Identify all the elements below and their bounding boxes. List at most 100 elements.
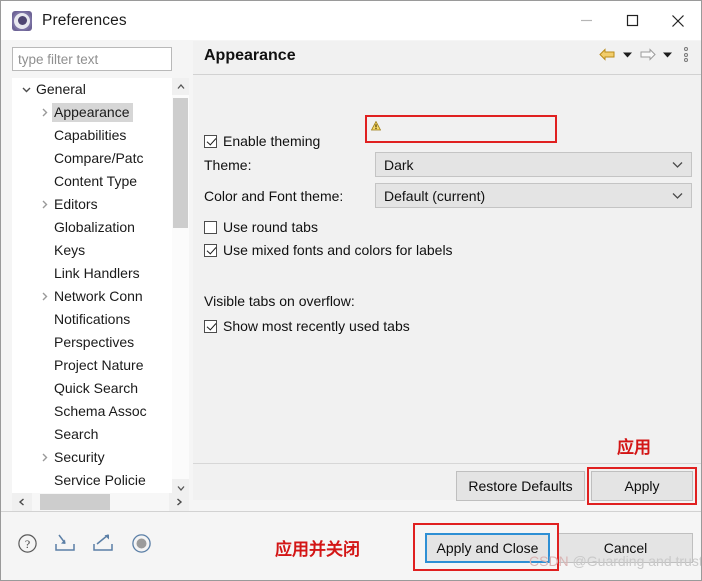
import-icon[interactable] [53,531,77,555]
enable-theming-label: Enable theming [223,133,321,149]
hscrollbar-thumb[interactable] [40,494,110,510]
sidebar-item-service-policie[interactable]: Service Policie [12,469,172,492]
preferences-dialog: Preferences General Appearance Capabilitie… [0,0,702,581]
tree-horizontal-scrollbar[interactable] [12,493,189,511]
filter-field-wrap [12,47,172,71]
sidebar-item-label: General [36,81,86,97]
color-font-theme-combobox[interactable]: Default (current) [375,183,692,208]
title-bar: Preferences [1,1,701,40]
chevron-down-icon[interactable] [18,84,34,95]
panel-toolbar [599,47,693,62]
watermark-text: @Guarding and trust [568,553,702,569]
sidebar-item-label: Compare/Patc [54,150,144,166]
enable-theming-row[interactable]: Enable theming [204,133,320,149]
scroll-right-icon[interactable] [169,493,189,511]
help-icon[interactable]: ? [15,531,39,555]
settings-circle-icon[interactable] [129,531,153,555]
use-mixed-fonts-checkbox[interactable] [204,243,217,257]
color-font-theme-value: Default (current) [384,187,486,204]
chevron-down-icon [672,192,691,200]
maximize-icon[interactable] [609,1,655,40]
sidebar-item-compare-patc[interactable]: Compare/Patc [12,147,172,170]
view-menu-icon[interactable] [679,47,693,62]
window-title: Preferences [42,11,127,29]
appearance-panel: Appearance Enable theming Theme: Dark Co… [193,41,701,500]
window-controls [563,1,701,40]
sidebar-item-network-conn[interactable]: Network Conn [12,285,172,308]
sidebar-item-appearance[interactable]: Appearance [12,101,172,124]
svg-text:?: ? [24,537,29,551]
sidebar-item-link-handlers[interactable]: Link Handlers [12,262,172,285]
sidebar-item-search[interactable]: Search [12,423,172,446]
show-mru-tabs-row[interactable]: Show most recently used tabs [204,318,410,334]
chevron-down-icon [672,161,691,169]
sidebar-item-schema-assoc[interactable]: Schema Assoc [12,400,172,423]
sidebar-item-capabilities[interactable]: Capabilities [12,124,172,147]
back-dropdown-icon[interactable] [622,49,633,60]
use-round-tabs-row[interactable]: Use round tabs [204,219,318,235]
scrollbar-thumb[interactable] [173,98,188,228]
scroll-left-icon[interactable] [12,493,32,511]
show-mru-tabs-checkbox[interactable] [204,319,217,333]
panel-divider [193,463,701,464]
apply-button[interactable]: Apply [591,471,693,501]
tree-vertical-scrollbar[interactable] [171,78,189,496]
use-round-tabs-checkbox[interactable] [204,220,217,234]
sidebar-item-label: Quick Search [54,380,139,396]
scroll-up-icon[interactable] [172,78,189,95]
use-round-tabs-label: Use round tabs [223,219,318,235]
sidebar-item-label: Perspectives [54,334,135,350]
forward-arrow-icon[interactable] [639,47,656,62]
apply-annotation-label: 应用 [617,438,651,458]
sidebar-item-perspectives[interactable]: Perspectives [12,331,172,354]
sidebar-item-label: Content Type [54,173,138,189]
close-icon[interactable] [655,1,701,40]
sidebar-item-general[interactable]: General [12,78,172,101]
preferences-tree[interactable]: General Appearance Capabilities Compare/Pat… [12,78,189,496]
export-icon[interactable] [91,531,115,555]
sidebar-item-notifications[interactable]: Notifications [12,308,172,331]
warning-icon [370,119,382,131]
sidebar-item-label: Globalization [54,219,135,235]
chevron-right-icon[interactable] [36,107,52,118]
chevron-right-icon[interactable] [36,199,52,210]
page-title: Appearance [204,47,296,64]
theme-combobox[interactable]: Dark [375,152,692,177]
back-arrow-icon[interactable] [599,47,616,62]
theme-label: Theme: [204,157,252,173]
footer-divider [1,511,701,512]
sidebar-item-label: Network Conn [54,288,143,304]
chevron-right-icon[interactable] [36,291,52,302]
footer-icon-toolbar: ? [15,531,153,555]
minimize-icon[interactable] [563,1,609,40]
sidebar-item-project-nature[interactable]: Project Nature [12,354,172,377]
hscroll-track[interactable] [32,493,169,511]
sidebar-item-label: Link Handlers [54,265,140,281]
sidebar-item-label: Security [54,449,105,465]
restore-defaults-button[interactable]: Restore Defaults [456,471,585,501]
show-mru-tabs-label: Show most recently used tabs [223,318,410,334]
color-font-theme-label: Color and Font theme: [204,188,344,204]
apply-and-close-annotation-label: 应用并关闭 [275,540,360,560]
use-mixed-fonts-row[interactable]: Use mixed fonts and colors for labels [204,242,453,258]
sidebar-item-label: Capabilities [54,127,127,143]
gear-icon [11,10,33,32]
watermark: CSDN @Guarding and trust [529,553,702,569]
sidebar-item-label: Project Nature [54,357,144,373]
sidebar-item-globalization[interactable]: Globalization [12,216,172,239]
watermark-prefix: CSDN [529,553,569,569]
chevron-right-icon[interactable] [36,452,52,463]
sidebar-item-editors[interactable]: Editors [12,193,172,216]
search-input[interactable] [12,47,172,71]
sidebar-item-keys[interactable]: Keys [12,239,172,262]
enable-theming-checkbox[interactable] [204,134,217,148]
sidebar-item-label: Notifications [54,311,131,327]
sidebar-item-content-type[interactable]: Content Type [12,170,172,193]
sidebar-item-security[interactable]: Security [12,446,172,469]
sidebar-item-label: Appearance [52,103,133,122]
sidebar-item-quick-search[interactable]: Quick Search [12,377,172,400]
sidebar-item-label: Editors [54,196,98,212]
panel-header: Appearance [193,41,701,75]
sidebar-item-label: Keys [54,242,86,258]
forward-dropdown-icon[interactable] [662,49,673,60]
